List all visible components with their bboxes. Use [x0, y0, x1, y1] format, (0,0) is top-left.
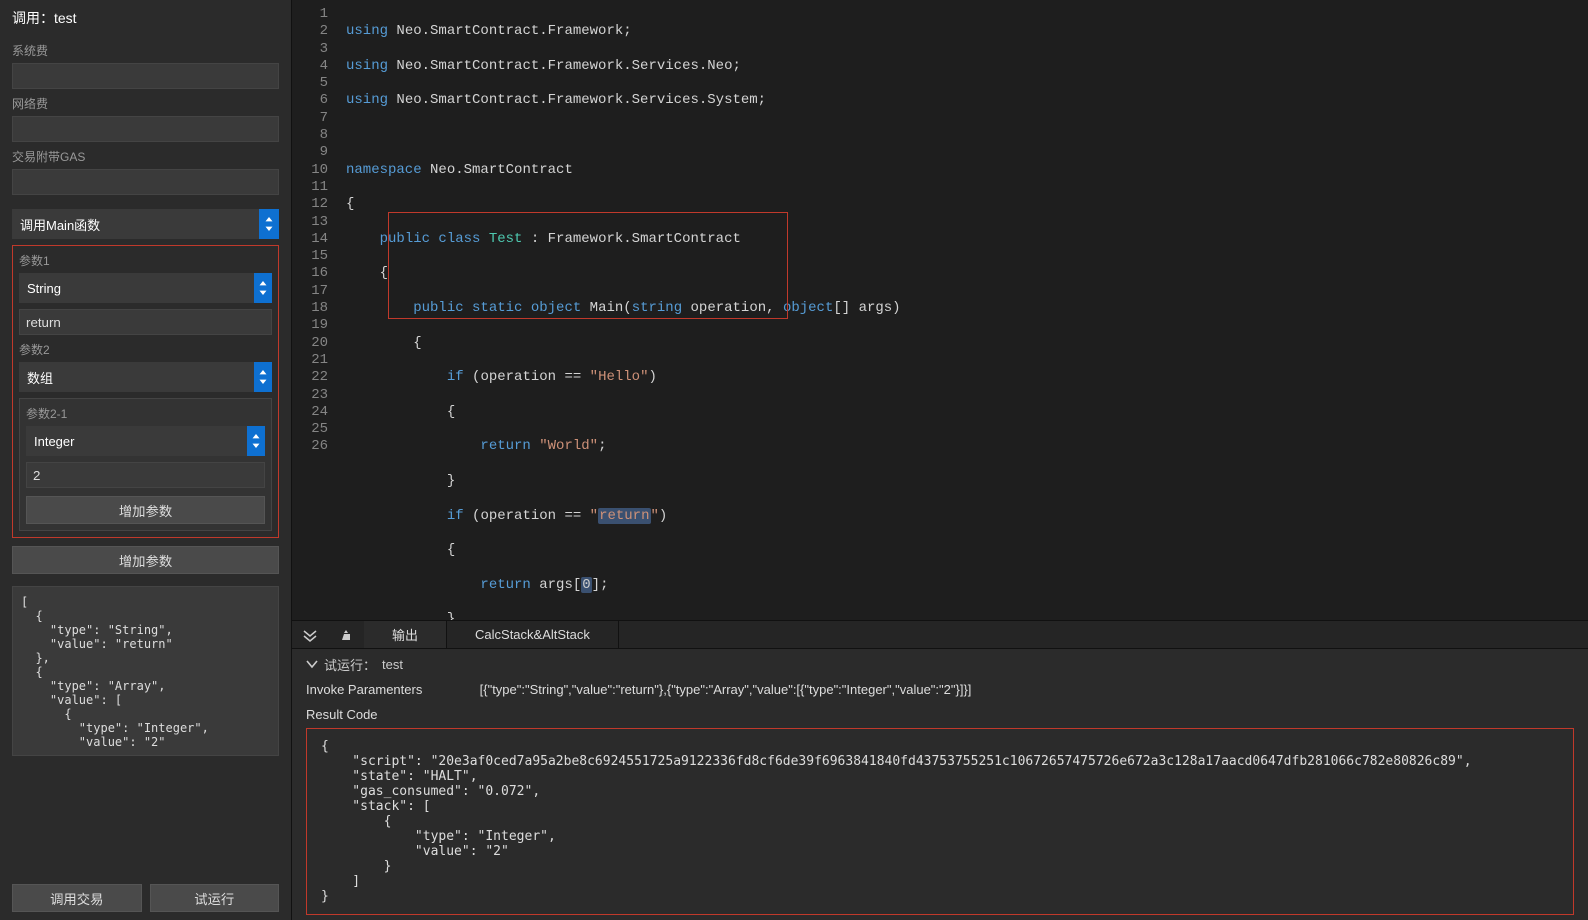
param2-sub-box: 参数2-1 Integer 增加参数: [19, 398, 272, 531]
add-param-button[interactable]: 增加参数: [12, 546, 279, 574]
sysfee-input[interactable]: [12, 63, 279, 89]
sysfee-label: 系统费: [12, 42, 279, 59]
code-editor[interactable]: 1234567891011121314151617181920212223242…: [292, 0, 1588, 620]
param1-value-input[interactable]: [19, 309, 272, 335]
add-subparam-button[interactable]: 增加参数: [26, 496, 265, 524]
clear-icon[interactable]: [328, 621, 364, 648]
line-gutter: 1234567891011121314151617181920212223242…: [292, 0, 338, 620]
invoke-params-value: [{"type":"String","value":"return"},{"ty…: [480, 682, 972, 697]
output-panel: 输出 CalcStack&AltStack 试运行： test Invoke P…: [292, 620, 1588, 920]
collapse-icon[interactable]: [292, 621, 328, 648]
json-preview: [ { "type": "String", "value": "return" …: [12, 586, 279, 756]
dropdown-arrow-icon: [254, 362, 272, 392]
param1-label: 参数1: [19, 252, 272, 269]
chevron-down-icon[interactable]: [306, 657, 318, 672]
run-name: test: [382, 657, 403, 672]
tab-output[interactable]: 输出: [364, 621, 447, 648]
param2-1-type-value: Integer: [34, 434, 74, 449]
code-content: using Neo.SmartContract.Framework; using…: [338, 0, 1588, 620]
param1-type-select[interactable]: String: [19, 273, 272, 303]
sidebar-title: 调用：test: [0, 0, 291, 36]
main-call-select[interactable]: 调用Main函数: [12, 209, 279, 239]
params-highlight-box: 参数1 String 参数2 数组 参数2-1: [12, 245, 279, 538]
invoke-tx-button[interactable]: 调用交易: [12, 884, 142, 912]
param2-1-value-input[interactable]: [26, 462, 265, 488]
test-run-button[interactable]: 试运行: [150, 884, 280, 912]
param1-type-value: String: [27, 281, 61, 296]
run-label: 试运行：: [324, 655, 376, 674]
dropdown-arrow-icon: [247, 426, 265, 456]
dropdown-arrow-icon: [254, 273, 272, 303]
tab-stack[interactable]: CalcStack&AltStack: [447, 621, 619, 648]
dropdown-arrow-icon: [259, 209, 279, 239]
attachgas-input[interactable]: [12, 169, 279, 195]
param2-label: 参数2: [19, 341, 272, 358]
netfee-label: 网络费: [12, 95, 279, 112]
netfee-input[interactable]: [12, 116, 279, 142]
param2-1-label: 参数2-1: [26, 405, 265, 422]
param2-1-type-select[interactable]: Integer: [26, 426, 265, 456]
attachgas-label: 交易附带GAS: [12, 148, 279, 165]
result-code-box: { "script": "20e3af0ced7a95a2be8c6924551…: [306, 728, 1574, 915]
sidebar: 调用：test 系统费 网络费 交易附带GAS 调用Main函数 参数1 Str…: [0, 0, 292, 920]
param2-type-value: 数组: [27, 368, 53, 387]
panel-tabbar: 输出 CalcStack&AltStack: [292, 621, 1588, 649]
highlight-box: [388, 212, 788, 320]
result-code-label: Result Code: [306, 707, 1574, 722]
main-call-label: 调用Main函数: [20, 215, 100, 234]
param2-type-select[interactable]: 数组: [19, 362, 272, 392]
invoke-params-label: Invoke Paramenters: [306, 682, 476, 697]
